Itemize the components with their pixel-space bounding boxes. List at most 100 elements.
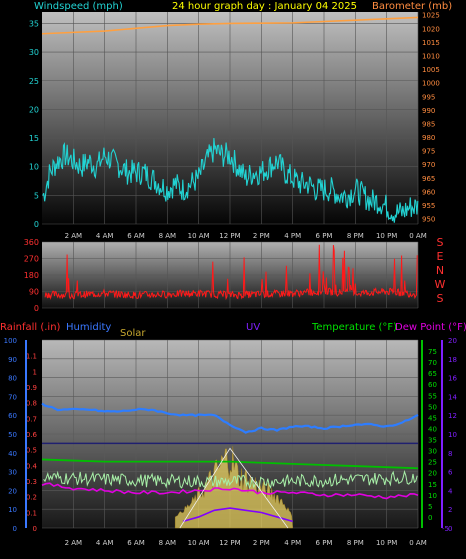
barometer-tick-label: 985 — [422, 120, 435, 128]
temperature-tick-label: 55 — [428, 392, 437, 400]
barometer-tick-label: 980 — [422, 134, 435, 142]
dewpoint-axis-title: Dew Point (°F) — [395, 322, 466, 333]
temperature-tick-label: 60 — [428, 381, 437, 389]
compass-label: N — [436, 264, 444, 277]
rainfall-tick-label: 0.5 — [26, 447, 37, 455]
temperature-tick-label: 15 — [428, 481, 437, 489]
temperature-tick-label: 20 — [428, 470, 437, 478]
humidity-axis-title: Humidity — [66, 322, 111, 333]
temperature-tick-label: 35 — [428, 437, 437, 445]
temperature-tick-label: 75 — [428, 348, 437, 356]
rainfall-tick-label: 0.1 — [26, 509, 37, 517]
barometer-tick-label: 1000 — [422, 80, 440, 88]
barometer-tick-label: 950 — [422, 216, 435, 224]
uv-tick-label: 18 — [448, 356, 457, 364]
climate-time-tick-label: 0 AM — [409, 539, 427, 547]
chart-title: 24 hour graph day : January 04 2025 — [172, 1, 357, 12]
uv-axis-title: UV — [246, 322, 260, 333]
compass-label: E — [437, 250, 444, 263]
temperature-tick-label: 30 — [428, 448, 437, 456]
barometer-tick-label: 970 — [422, 161, 435, 169]
climate-time-tick-label: 6 PM — [316, 539, 333, 547]
climate-time-tick-label: 10 AM — [188, 539, 210, 547]
climate-time-tick-label: 4 PM — [284, 539, 301, 547]
wind-time-tick-label: 4 AM — [96, 232, 114, 240]
humidity-tick-label: 0 — [13, 525, 17, 533]
barometer-tick-label: 1025 — [422, 12, 440, 20]
wind-time-tick-label: 6 AM — [127, 232, 145, 240]
wind-time-tick-label: 2 PM — [253, 232, 270, 240]
barometer-tick-label: 1015 — [422, 39, 440, 47]
temperature-tick-label: 10 — [428, 492, 437, 500]
wind-time-tick-label: 10 PM — [376, 232, 397, 240]
barometer-tick-label: 1020 — [422, 25, 440, 33]
barometer-tick-label: 995 — [422, 93, 435, 101]
rainfall-tick-label: 0.3 — [26, 478, 37, 486]
temperature-tick-label: 0 — [428, 514, 432, 522]
temperature-axis-title: Temperature (°F) — [311, 322, 397, 333]
windspeed-tick-label: 10 — [29, 163, 39, 172]
climate-time-tick-label: 6 AM — [127, 539, 145, 547]
climate-time-tick-label: 12 PM — [219, 539, 240, 547]
uv-tick-label: 12 — [448, 412, 457, 420]
rainfall-axis-title: Rainfall (.in) — [0, 322, 61, 333]
rainfall-tick-label: 1 — [33, 368, 37, 376]
humidity-tick-label: 20 — [8, 487, 17, 495]
humidity-tick-label: 30 — [8, 469, 17, 477]
humidity-tick-label: 100 — [4, 337, 17, 345]
temperature-tick-label: 40 — [428, 425, 437, 433]
uv-tick-label: 6 — [448, 469, 453, 477]
weather-graph-page: 0 5 10 15 20 25 30 35 950 955 960 965 970 975 980 985 99… — [0, 0, 466, 555]
direction-tick-label: 0 — [34, 304, 39, 313]
uv-tick-label: 4 — [448, 487, 453, 495]
direction-tick-label: 360 — [24, 238, 39, 247]
compass-label: S — [437, 292, 444, 305]
compass-label: S — [437, 236, 444, 249]
wind-time-tick-label: 0 AM — [409, 232, 427, 240]
temperature-tick-label: 45 — [428, 414, 437, 422]
humidity-tick-label: 10 — [8, 506, 17, 514]
solar-axis-title: Solar — [120, 328, 146, 339]
windspeed-tick-label: 25 — [29, 77, 39, 86]
temperature-tick-label: 70 — [428, 359, 437, 367]
uv-tick-label: 20 — [448, 337, 457, 345]
uv-tick-label: 10 — [448, 431, 457, 439]
climate-time-tick-label: 8 PM — [347, 539, 364, 547]
windspeed-axis-title: Windspeed (mph) — [34, 1, 123, 12]
windspeed-tick-label: 20 — [29, 105, 39, 114]
wind-time-tick-label: 8 PM — [347, 232, 364, 240]
rainfall-tick-label: 0.8 — [26, 400, 37, 408]
wind-time-tick-label: 4 PM — [284, 232, 301, 240]
humidity-tick-label: 60 — [8, 412, 17, 420]
windspeed-tick-label: 35 — [29, 19, 39, 28]
barometer-tick-label: 990 — [422, 107, 435, 115]
humidity-tick-label: 70 — [8, 393, 17, 401]
wind-time-tick-label: 12 PM — [219, 232, 240, 240]
humidity-tick-label: 50 — [8, 431, 17, 439]
windspeed-tick-label: 15 — [29, 134, 39, 143]
climate-time-tick-label: 8 AM — [159, 539, 177, 547]
barometer-tick-label: 975 — [422, 148, 435, 156]
rainfall-tick-label: 0.6 — [26, 431, 38, 439]
temperature-tick-label: 5 — [428, 503, 432, 511]
humidity-tick-label: 40 — [8, 450, 17, 458]
direction-tick-label: 90 — [29, 288, 39, 297]
rainfall-tick-label: 1.1 — [26, 353, 37, 361]
rainfall-tick-label: 0.4 — [26, 462, 38, 470]
uv-tick-label: 0 — [448, 525, 452, 533]
climate-time-tick-label: 4 AM — [96, 539, 114, 547]
compass-label: W — [435, 278, 446, 291]
rainfall-tick-label: 0.7 — [26, 415, 37, 423]
temperature-tick-label: 65 — [428, 370, 437, 378]
barometer-tick-label: 1010 — [422, 52, 440, 60]
temperature-tick-label: 25 — [428, 459, 437, 467]
climate-time-tick-label: 10 PM — [376, 539, 397, 547]
barometer-tick-label: 965 — [422, 175, 435, 183]
wind-time-tick-label: 6 PM — [316, 232, 333, 240]
temperature-tick-label: 50 — [428, 403, 437, 411]
uv-tick-label: 16 — [448, 375, 457, 383]
wind-time-tick-label: 8 AM — [159, 232, 177, 240]
humidity-tick-label: 80 — [8, 375, 17, 383]
windspeed-tick-label: 5 — [34, 191, 39, 200]
rainfall-tick-label: 0 — [33, 525, 37, 533]
